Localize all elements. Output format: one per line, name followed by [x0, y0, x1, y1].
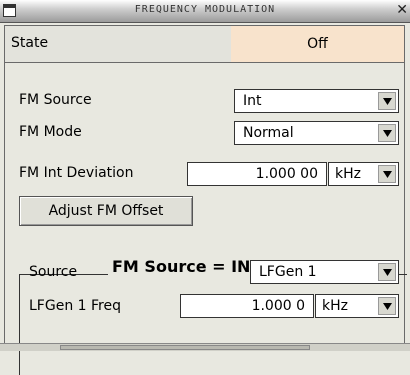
dropdown-arrow-icon[interactable] [378, 263, 396, 281]
fm-int-deviation-input[interactable]: 1.000 00 [187, 162, 327, 186]
fm-source-value: Int [243, 93, 262, 109]
fm-int-deviation-unit-select[interactable]: kHz [328, 162, 399, 186]
scrollbar-thumb[interactable] [60, 345, 310, 350]
lf-source-value: LFGen 1 [259, 264, 317, 280]
state-label: State [11, 35, 49, 51]
state-row: State Off [5, 26, 404, 63]
fm-mode-value: Normal [243, 125, 294, 141]
fm-source-label: FM Source [19, 92, 92, 108]
fm-panel: State Off FM Source Int FM Mode Normal F… [4, 25, 407, 375]
fm-source-select[interactable]: Int [234, 89, 399, 113]
dropdown-arrow-icon[interactable] [378, 165, 396, 183]
fm-mode-select[interactable]: Normal [234, 121, 399, 145]
fm-int-deviation-label: FM Int Deviation [19, 165, 134, 181]
lfgen-freq-label: LFGen 1 Freq [29, 298, 121, 314]
close-icon[interactable]: ✕ [396, 2, 408, 18]
source-label: Source [29, 264, 78, 280]
state-toggle[interactable]: Off [231, 26, 404, 62]
dropdown-arrow-icon[interactable] [378, 92, 396, 110]
fm-mode-label: FM Mode [19, 124, 82, 140]
adjust-fm-offset-button[interactable]: Adjust FM Offset [19, 196, 193, 226]
lfgen-freq-unit: kHz [322, 298, 348, 314]
dropdown-arrow-icon[interactable] [378, 297, 396, 315]
lf-source-select[interactable]: LFGen 1 [250, 260, 399, 284]
lfgen-freq-input[interactable]: 1.000 0 [180, 294, 314, 318]
window-title: FREQUENCY MODULATION [134, 4, 276, 15]
title-bar: FREQUENCY MODULATION ✕ [0, 0, 410, 23]
fm-int-deviation-unit: kHz [335, 166, 361, 182]
internal-source-group [19, 274, 407, 375]
dropdown-arrow-icon[interactable] [378, 124, 396, 142]
lfgen-freq-unit-select[interactable]: kHz [315, 294, 399, 318]
